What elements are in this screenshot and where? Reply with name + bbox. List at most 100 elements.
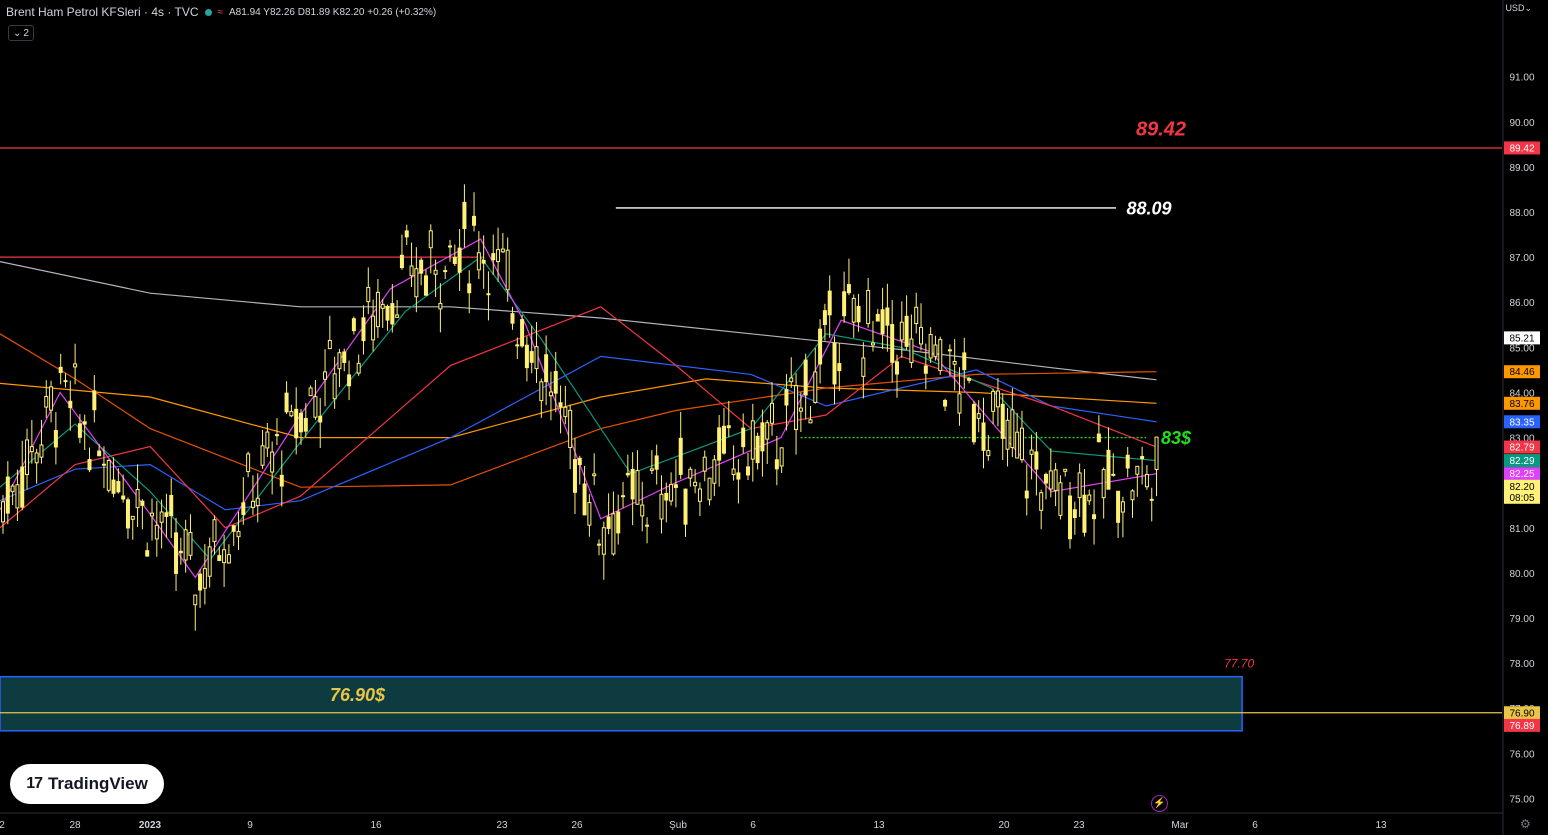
annotation-label: 89.42 (1136, 119, 1186, 141)
candle-body (135, 489, 140, 509)
currency-label: USD (1505, 3, 1525, 13)
price-label: 76.89 (1509, 721, 1534, 732)
candle-body (851, 297, 856, 323)
price-label: 82.25 (1509, 469, 1534, 480)
candle-body (15, 484, 20, 509)
candle-body (491, 253, 496, 261)
candle-body (1082, 494, 1087, 533)
time-axis-tick: 26 (571, 820, 583, 831)
candle-body (236, 531, 241, 538)
candle-body (1140, 455, 1145, 460)
candle-body (539, 381, 544, 402)
candle-body (745, 466, 750, 476)
candle-body (856, 305, 861, 323)
candle-body (611, 513, 616, 555)
candle-body (1043, 473, 1048, 484)
tradingview-logo[interactable]: 17 TradingView (10, 764, 164, 804)
time-axis-tick: 2023 (139, 820, 162, 831)
candle-body (486, 293, 491, 296)
candle-body (395, 314, 400, 318)
candle-body (1063, 468, 1068, 472)
price-axis-tick: 78.00 (1509, 659, 1534, 670)
logo-text: TradingView (47, 774, 148, 793)
candle-body (183, 529, 188, 561)
indicators-collapse-button[interactable]: ⌄ 2 (8, 25, 34, 41)
candle-body (481, 259, 486, 264)
candle-body (53, 430, 58, 448)
candle-body (789, 377, 794, 383)
candle-body (568, 409, 573, 448)
candle-body (428, 230, 433, 249)
candle-body (515, 344, 520, 347)
market-status-icon (204, 8, 212, 16)
candle-body (991, 390, 996, 412)
candle-body (529, 351, 534, 363)
candle-body (39, 444, 44, 458)
candle-body (890, 324, 895, 363)
candle-body (130, 515, 135, 520)
currency-selector[interactable]: USD⌄ (1505, 3, 1532, 14)
gear-icon[interactable]: ⚙ (1520, 817, 1531, 831)
candle-body (323, 371, 328, 380)
candle-body (572, 459, 577, 493)
candle-body (553, 371, 558, 394)
candle-body (596, 543, 601, 546)
candle-body (327, 339, 332, 350)
price-label: 84.46 (1509, 367, 1534, 378)
candle-body (1116, 490, 1121, 523)
candle-body (524, 344, 529, 369)
candle-body (995, 390, 1000, 408)
price-axis-tick: 87.00 (1509, 253, 1534, 264)
candle-body (10, 485, 15, 493)
candle-body (44, 396, 49, 408)
candle-body (621, 495, 626, 498)
candle-body (649, 468, 654, 471)
price-label: 83.76 (1509, 399, 1534, 410)
price-label: 76.90 (1509, 708, 1534, 719)
candle-body (741, 427, 746, 448)
candle-body (222, 549, 227, 564)
candle-body (592, 473, 597, 477)
price-label: 82.79 (1509, 443, 1534, 454)
candle-body (616, 511, 621, 534)
candle-body (914, 306, 919, 325)
time-axis-tick: 2 (0, 820, 5, 831)
candle-body (1149, 498, 1154, 501)
price-label: 89.42 (1509, 143, 1534, 154)
candle-body (294, 408, 299, 439)
candle-body (419, 259, 424, 274)
symbol-title[interactable]: Brent Ham Petrol KFSleri · 4s · TVC (6, 5, 199, 19)
candle-body (770, 402, 775, 424)
candle-body (303, 418, 308, 432)
candle-body (717, 427, 722, 461)
candle-body (1101, 469, 1106, 499)
candle-body (577, 457, 582, 466)
candle-body (68, 400, 73, 409)
candle-body (169, 494, 174, 517)
candle-body (693, 481, 698, 487)
price-label: 82.29 (1509, 456, 1534, 467)
candle-body (255, 497, 260, 507)
candle-body (721, 425, 726, 454)
candle-body (29, 446, 34, 453)
candle-body (875, 313, 880, 322)
candle-body (246, 453, 251, 473)
candle-body (688, 468, 693, 479)
candle-body (943, 399, 948, 407)
candle-body (520, 319, 525, 347)
candle-body (760, 422, 765, 452)
moving-average-line-0 (0, 261, 1157, 381)
candle-body (1068, 495, 1073, 540)
candle-body (159, 511, 164, 523)
candle-body (433, 269, 438, 275)
chevron-down-icon: ⌄ (13, 27, 22, 39)
candle-body (375, 291, 380, 328)
lightning-icon[interactable]: ⚡ (1151, 795, 1168, 812)
candle-body (82, 421, 87, 425)
candle-body (150, 512, 155, 517)
price-chart[interactable]: 89.42 88.09 83$ 76.90$ 77.70 91.00 90.00 89.00 8… (0, 0, 1548, 835)
candle-body (755, 435, 760, 464)
candle-body (534, 346, 539, 370)
candle-body (885, 307, 890, 326)
candle-body (447, 245, 452, 248)
